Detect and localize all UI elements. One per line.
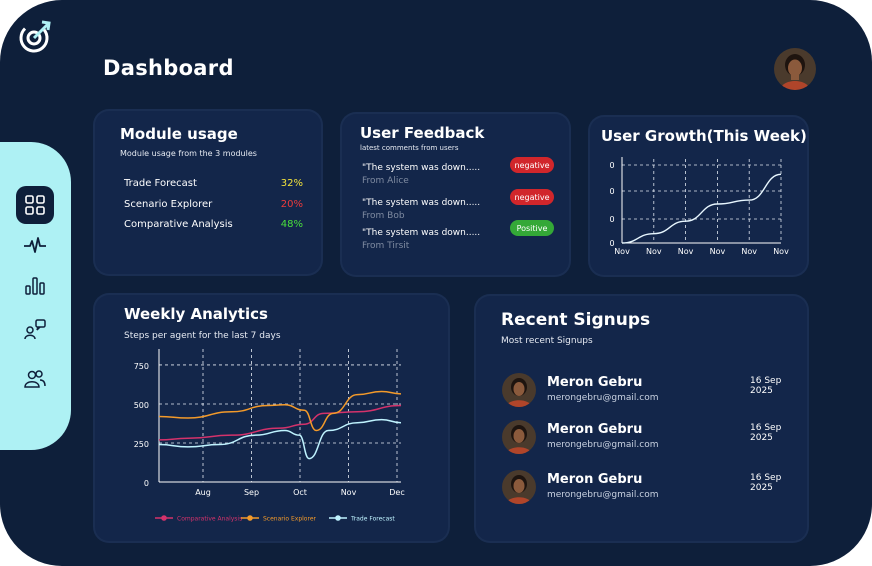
feedback-item[interactable]: "The system was down..... From Alice [362, 163, 480, 186]
growth-x-tick: Nov [773, 247, 789, 256]
module-row: Comparative Analysis 48% [124, 219, 303, 230]
weekly-y-tick: 250 [134, 440, 149, 449]
nav-feedback[interactable] [16, 310, 54, 348]
growth-y-tick: 0 [609, 215, 614, 224]
weekly-x-tick: Nov [341, 488, 357, 497]
signup-name: Meron Gebru [547, 472, 643, 487]
signup-avatar [502, 470, 536, 504]
weekly-x-tick: Oct [293, 488, 307, 497]
module-row: Trade Forecast 32% [124, 178, 303, 189]
module-usage-subtitle: Module usage from the 3 modules [120, 149, 257, 158]
module-label: Comparative Analysis [124, 219, 233, 230]
growth-y-tick: 0 [609, 187, 614, 196]
growth-x-tick: Nov [646, 247, 662, 256]
feedback-subtitle: latest comments from users [360, 144, 459, 152]
module-value: 32% [280, 178, 303, 189]
module-label: Trade Forecast [124, 178, 197, 189]
nav-users[interactable] [16, 360, 54, 398]
weekly-y-tick: 0 [144, 479, 149, 488]
signup-date: 16 Sep 2025 [750, 423, 782, 443]
signup-date: 16 Sep 2025 [750, 473, 782, 493]
weekly-y-tick: 500 [134, 401, 149, 410]
feedback-icon [24, 319, 46, 340]
signup-email: merongebru@gmail.com [547, 440, 659, 450]
module-value: 20% [280, 199, 303, 210]
user-avatar[interactable] [774, 48, 816, 90]
sentiment-badge: Positive [510, 220, 554, 236]
feedback-author: From Tirsit [362, 241, 410, 251]
grid-icon [25, 195, 45, 215]
feedback-item[interactable]: "The system was down..... From Tirsit [362, 228, 480, 251]
signup-date: 16 Sep 2025 [750, 376, 782, 396]
activity-icon [24, 237, 46, 253]
sentiment-badge: negative [510, 189, 554, 205]
signups-subtitle: Most recent Signups [501, 336, 593, 346]
sentiment-badge: negative [510, 157, 554, 173]
module-usage-card: Module usage Module usage from the 3 mod… [95, 111, 321, 274]
signup-row[interactable]: Meron Gebru merongebru@gmail.com 16 Sep … [502, 470, 802, 506]
module-row: Scenario Explorer 20% [124, 199, 303, 210]
signup-row[interactable]: Meron Gebru merongebru@gmail.com 16 Sep … [502, 373, 802, 409]
growth-x-tick: Nov [710, 247, 726, 256]
growth-x-tick: Nov [741, 247, 757, 256]
weekly-x-tick: Aug [195, 488, 211, 497]
signups-title: Recent Signups [501, 310, 651, 330]
signup-row[interactable]: Meron Gebru merongebru@gmail.com 16 Sep … [502, 420, 802, 456]
legend-label: Comparative Analysis [177, 516, 242, 523]
signup-name: Meron Gebru [547, 422, 643, 437]
legend-label: Trade Forecast [350, 516, 395, 523]
feedback-item[interactable]: "The system was down..... From Bob [362, 198, 480, 221]
nav-dashboard[interactable] [16, 186, 54, 224]
feedback-text: "The system was down..... [362, 163, 481, 173]
weekly-y-tick: 750 [134, 362, 149, 371]
growth-x-tick: Nov [614, 247, 630, 256]
growth-y-tick: 0 [609, 161, 614, 170]
nav-analytics[interactable] [16, 266, 54, 304]
weekly-analytics-card: Weekly Analytics Steps per agent for the… [95, 295, 448, 541]
weekly-analytics-chart: 0 250 500 750 Aug Sep Oct Nov Dec Comparative Ana… [134, 349, 405, 523]
weekly-x-tick: Sep [244, 488, 259, 497]
module-value: 48% [280, 219, 303, 230]
user-feedback-card: User Feedback latest comments from users… [342, 114, 569, 275]
feedback-author: From Alice [362, 176, 409, 186]
feedback-title: User Feedback [360, 124, 485, 142]
feedback-text: "The system was down..... [362, 198, 481, 208]
weekly-series-line [158, 418, 402, 460]
growth-series-line [621, 173, 782, 244]
legend-marker [161, 515, 167, 521]
users-icon [24, 370, 46, 388]
dashboard-app: Dashboard Module usage Module usage from… [0, 0, 872, 566]
signup-name: Meron Gebru [547, 375, 643, 390]
weekly-x-tick: Dec [389, 488, 404, 497]
logo-icon[interactable] [18, 18, 54, 54]
signup-email: merongebru@gmail.com [547, 490, 659, 500]
recent-signups-card: Recent Signups Most recent Signups Meron… [476, 296, 807, 541]
growth-x-tick: Nov [678, 247, 694, 256]
sidebar [0, 142, 71, 450]
legend-marker [335, 515, 341, 521]
module-usage-title: Module usage [120, 125, 238, 143]
feedback-text: "The system was down..... [362, 228, 481, 238]
nav-activity[interactable] [16, 226, 54, 264]
page-title: Dashboard [103, 56, 234, 80]
user-growth-chart: 0000Nov Nov Nov Nov Nov Nov [609, 157, 789, 256]
feedback-author: From Bob [362, 211, 405, 221]
legend-label: Scenario Explorer [263, 516, 317, 523]
signup-avatar [502, 373, 536, 407]
legend-marker [247, 515, 253, 521]
user-growth-card: User Growth(This Week) 0 0 0 0 Nov Nov Nov Nov N… [590, 117, 807, 275]
signup-avatar [502, 420, 536, 454]
module-label: Scenario Explorer [124, 199, 213, 210]
signup-email: merongebru@gmail.com [547, 393, 659, 403]
bar-chart-icon [25, 277, 45, 295]
